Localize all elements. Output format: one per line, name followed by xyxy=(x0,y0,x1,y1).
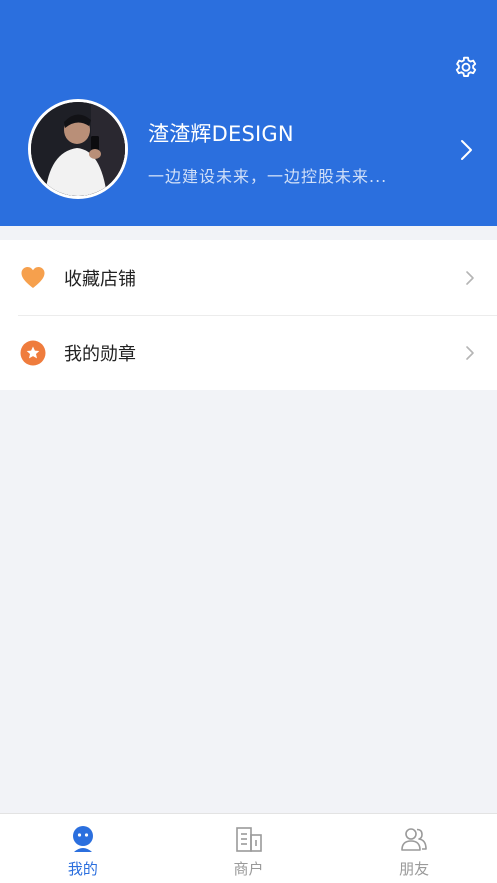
heart-icon xyxy=(21,266,45,288)
tab-label: 朋友 xyxy=(399,860,430,878)
profile-detail-arrow[interactable] xyxy=(459,138,475,162)
chevron-right-icon xyxy=(466,345,474,360)
tab-merchant[interactable]: 商户 xyxy=(166,814,332,883)
merchant-building-icon xyxy=(235,827,262,852)
bottom-tab-bar: 我的 商户 朋友 xyxy=(0,813,497,883)
avatar-photo xyxy=(31,102,125,196)
gear-icon xyxy=(455,56,477,78)
menu-list: 收藏店铺 我的勋章 xyxy=(0,240,497,390)
friends-icon xyxy=(401,828,427,851)
profile-face-icon xyxy=(72,826,93,852)
menu-item-my-medals[interactable]: 我的勋章 xyxy=(0,315,497,390)
menu-item-label: 我的勋章 xyxy=(64,343,136,365)
chevron-right-icon xyxy=(461,140,472,160)
profile-header: 渣渣辉DESIGN 一边建设未来，一边控股未来... xyxy=(0,0,497,226)
chevron-right-icon xyxy=(466,270,474,285)
medal-star-icon xyxy=(20,340,46,365)
screen: 渣渣辉DESIGN 一边建设未来，一边控股未来... 收藏店铺 我的勋章 我的 … xyxy=(0,0,497,883)
tab-mine[interactable]: 我的 xyxy=(0,814,166,883)
profile-name: 渣渣辉DESIGN xyxy=(148,122,294,146)
tab-label: 我的 xyxy=(67,860,98,878)
avatar[interactable] xyxy=(28,99,128,199)
tab-friends[interactable]: 朋友 xyxy=(331,814,497,883)
menu-item-favorite-shops[interactable]: 收藏店铺 xyxy=(0,240,497,315)
settings-button[interactable] xyxy=(451,52,481,82)
menu-item-label: 收藏店铺 xyxy=(64,268,136,290)
tab-label: 商户 xyxy=(233,860,264,878)
profile-motto: 一边建设未来，一边控股未来... xyxy=(148,167,388,186)
